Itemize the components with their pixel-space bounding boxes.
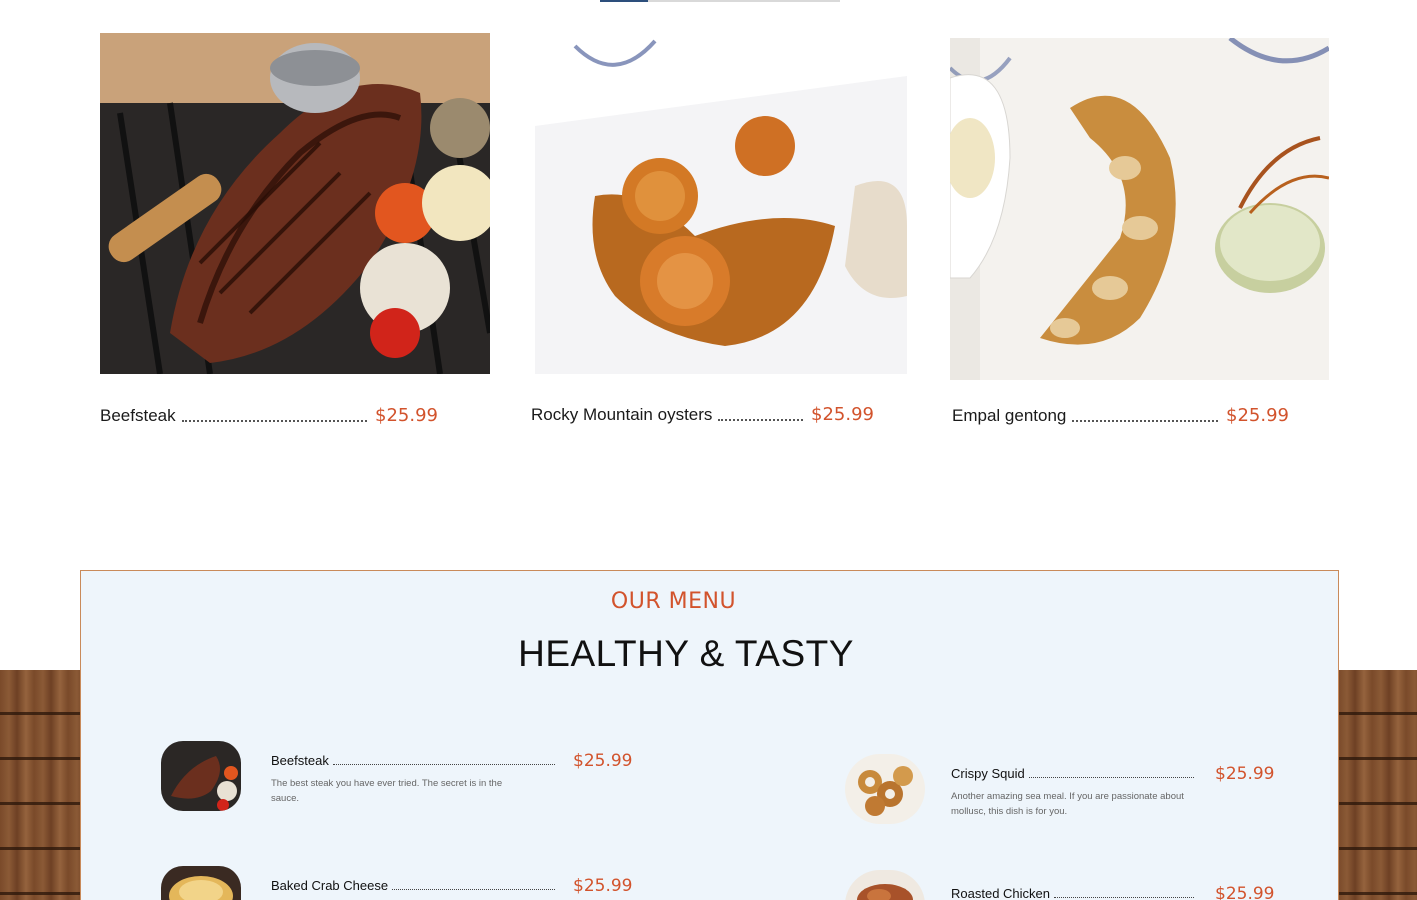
tab-indicator-active xyxy=(600,0,648,2)
menu-item-name[interactable]: Roasted Chicken xyxy=(951,886,1050,900)
featured-card-empal[interactable]: Empal gentong $25.99 xyxy=(950,38,1329,438)
menu-item-name[interactable]: Baked Crab Cheese xyxy=(271,878,388,893)
menu-eyebrow: OUR MENU xyxy=(610,589,737,614)
menu-info: Baked Crab Cheese xyxy=(271,878,559,893)
menu-section: OUR MENU HEALTHY & TASTY Beefsteak The b… xyxy=(80,570,1339,900)
shrimp-photo[interactable] xyxy=(535,36,907,374)
menu-item-beefsteak[interactable]: Beefsteak The best steak you have ever t… xyxy=(161,741,633,831)
wood-background-right xyxy=(1338,670,1417,900)
featured-name[interactable]: Rocky Mountain oysters xyxy=(531,405,712,425)
menu-info: Crispy Squid Another amazing sea meal. I… xyxy=(951,766,1198,819)
tab-indicator xyxy=(600,0,840,2)
menu-item-baked-crab-cheese[interactable]: Baked Crab Cheese $25.99 xyxy=(161,866,633,900)
menu-item-description: Another amazing sea meal. If you are pas… xyxy=(951,791,1184,817)
featured-price: $25.99 xyxy=(1226,405,1289,426)
featured-card-oysters[interactable]: Rocky Mountain oysters $25.99 xyxy=(531,33,907,433)
menu-item-price: $25.99 xyxy=(573,876,633,896)
dotted-leader xyxy=(332,764,555,765)
menu-thumb-crispy-squid[interactable] xyxy=(845,754,925,824)
menu-row: Beefsteak xyxy=(271,753,559,768)
menu-item-price: $25.99 xyxy=(1215,764,1275,784)
featured-price: $25.99 xyxy=(375,405,438,426)
featured-line: Beefsteak $25.99 xyxy=(100,405,438,426)
dotted-leader xyxy=(1054,897,1194,898)
featured-card-beefsteak[interactable]: Beefsteak $25.99 xyxy=(100,33,490,433)
menu-thumb-beefsteak[interactable] xyxy=(161,741,241,811)
menu-row: Roasted Chicken xyxy=(951,886,1198,900)
menu-info: Roasted Chicken xyxy=(951,886,1198,900)
featured-line: Rocky Mountain oysters $25.99 xyxy=(531,404,874,425)
menu-item-name[interactable]: Crispy Squid xyxy=(951,766,1025,781)
beefsteak-photo[interactable] xyxy=(100,33,490,374)
menu-row: Baked Crab Cheese xyxy=(271,878,559,893)
menu-row: Crispy Squid xyxy=(951,766,1198,781)
menu-info: Beefsteak The best steak you have ever t… xyxy=(271,753,559,806)
fried-roll-photo[interactable] xyxy=(950,38,1329,380)
menu-item-roasted-chicken[interactable]: Roasted Chicken $25.99 xyxy=(845,870,1275,900)
featured-name[interactable]: Beefsteak xyxy=(100,406,176,426)
menu-item-crispy-squid[interactable]: Crispy Squid Another amazing sea meal. I… xyxy=(845,754,1275,844)
featured-name[interactable]: Empal gentong xyxy=(952,406,1066,426)
dotted-leader xyxy=(1028,777,1194,778)
featured-line: Empal gentong $25.99 xyxy=(952,405,1289,426)
wood-background-left xyxy=(0,670,80,900)
menu-item-name[interactable]: Beefsteak xyxy=(271,753,329,768)
dotted-leader xyxy=(181,420,368,422)
menu-thumb-roasted-chicken[interactable] xyxy=(845,870,925,900)
featured-price: $25.99 xyxy=(811,404,874,425)
menu-title: HEALTHY & TASTY xyxy=(518,633,854,674)
dotted-leader xyxy=(1072,420,1219,422)
dotted-leader xyxy=(718,419,804,421)
dotted-leader xyxy=(392,889,555,890)
menu-item-price: $25.99 xyxy=(573,751,633,771)
menu-item-price: $25.99 xyxy=(1215,884,1275,900)
menu-item-description: The best steak you have ever tried. The … xyxy=(271,778,503,804)
menu-thumb-baked-crab-cheese[interactable] xyxy=(161,866,241,900)
